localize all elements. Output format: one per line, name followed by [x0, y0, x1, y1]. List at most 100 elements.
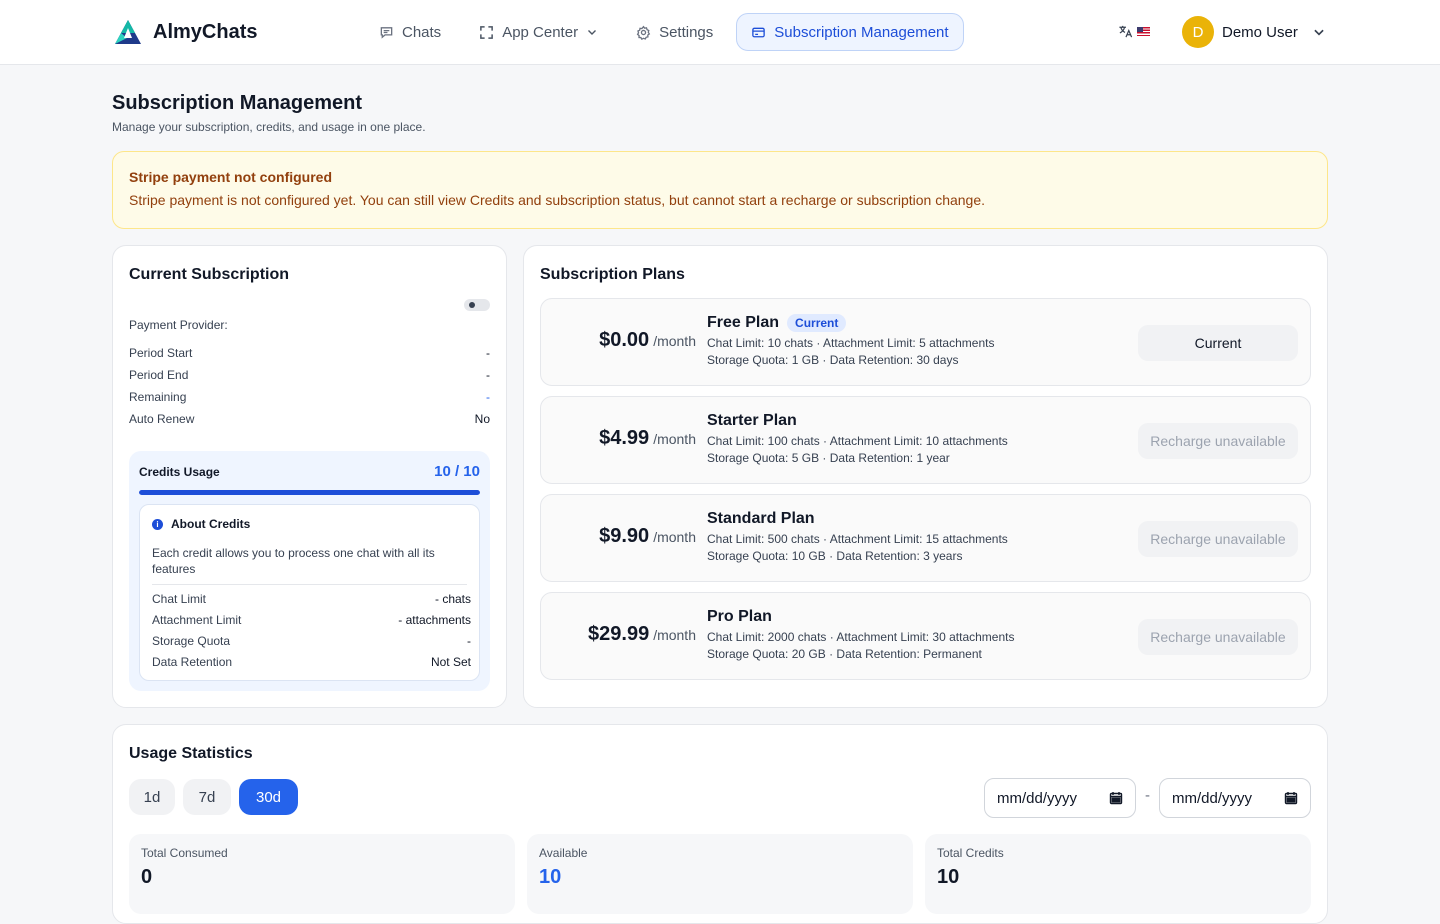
- auto-renew-row: Auto Renew No: [129, 412, 490, 426]
- stripe-warning-alert: Stripe payment not configured Stripe pay…: [112, 151, 1328, 229]
- alert-text: Stripe payment is not configured yet. Yo…: [129, 192, 986, 208]
- stat-total-credits: Total Credits 10: [925, 834, 1311, 914]
- stat-value: 10: [539, 866, 562, 888]
- plan-price-amount: $29.99: [588, 623, 650, 645]
- status-toggle[interactable]: [464, 299, 490, 311]
- nav-app-center-label: App Center: [502, 23, 579, 41]
- calendar-icon: [1109, 792, 1123, 805]
- recharge-unavailable-button[interactable]: Recharge unavailable: [1138, 521, 1298, 557]
- kv-label: Auto Renew: [129, 412, 195, 426]
- range-30d-button[interactable]: 30d: [239, 779, 298, 815]
- plan-price-period: /month: [653, 333, 696, 349]
- current-subscription-card: Current Subscription Payment Provider: P…: [112, 245, 507, 708]
- plan-price-amount: $0.00: [599, 329, 650, 351]
- brand-logo-icon: [115, 20, 141, 44]
- nav-subscription-management[interactable]: Subscription Management: [736, 13, 964, 51]
- credit-card-icon: [752, 27, 766, 37]
- plan-info: Free Plan Current Chat Limit: 10 chats ·…: [707, 314, 994, 367]
- info-icon: i: [152, 518, 163, 530]
- user-name: Demo User: [1222, 23, 1298, 41]
- plan-storage: Storage Quota: 10 GB · Data Retention: 3…: [707, 549, 963, 563]
- kv-label: Data Retention: [152, 655, 233, 669]
- kv-label: Chat Limit: [152, 592, 207, 606]
- nav-chats-label: Chats: [402, 23, 442, 41]
- about-credits-box: i About Credits Each credit allows you t…: [139, 504, 480, 681]
- subscription-plans-title: Subscription Plans: [540, 266, 685, 283]
- payment-provider-label: Payment Provider:: [129, 318, 228, 332]
- usage-statistics-card: Usage Statistics 1d 7d 30d mm/dd/yyyy - …: [112, 724, 1328, 924]
- language-switcher[interactable]: [1118, 24, 1150, 39]
- stat-label: Available: [539, 846, 588, 860]
- chevron-down-icon: [1314, 29, 1324, 36]
- recharge-unavailable-button[interactable]: Recharge unavailable: [1138, 619, 1298, 655]
- recharge-unavailable-button[interactable]: Recharge unavailable: [1138, 423, 1298, 459]
- page-subtitle: Manage your subscription, credits, and u…: [112, 120, 426, 134]
- plan-info: Standard Plan Chat Limit: 500 chats · At…: [707, 510, 1008, 563]
- payment-provider-row: Payment Provider:: [129, 318, 490, 332]
- period-end-row: Period End -: [129, 368, 490, 382]
- kv-label: Period End: [129, 368, 189, 382]
- plan-price: $9.90 /month: [599, 525, 696, 548]
- nav-settings[interactable]: Settings: [621, 13, 728, 51]
- plan-price-period: /month: [653, 529, 696, 545]
- stat-label: Total Consumed: [141, 846, 228, 860]
- stat-total-consumed: Total Consumed 0: [129, 834, 515, 914]
- credits-usage-label: Credits Usage: [139, 464, 220, 479]
- translate-icon: [1119, 25, 1133, 38]
- date-range-separator: -: [1145, 787, 1150, 804]
- current-plan-button[interactable]: Current: [1138, 325, 1298, 361]
- plan-price: $0.00 /month: [599, 329, 696, 352]
- storage-quota-row: Storage Quota -: [152, 634, 471, 648]
- plan-card-starter: $4.99 /month Starter Plan Chat Limit: 10…: [540, 396, 1311, 484]
- alert-title: Stripe payment not configured: [129, 169, 333, 185]
- plan-info: Starter Plan Chat Limit: 100 chats · Att…: [707, 412, 1008, 465]
- kv-value: - attachments: [398, 613, 471, 627]
- plan-card-pro: $29.99 /month Pro Plan Chat Limit: 2000 …: [540, 592, 1311, 680]
- us-flag-icon: [1137, 27, 1150, 36]
- plan-storage: Storage Quota: 20 GB · Data Retention: P…: [707, 647, 982, 661]
- end-date-input[interactable]: mm/dd/yyyy: [1159, 778, 1311, 818]
- brand[interactable]: AlmyChats: [113, 18, 257, 46]
- stat-value: 10: [937, 866, 960, 888]
- range-7d-button[interactable]: 7d: [183, 779, 231, 815]
- nav-app-center[interactable]: App Center: [464, 13, 613, 51]
- start-date-placeholder: mm/dd/yyyy: [997, 789, 1078, 807]
- kv-value: -: [486, 390, 490, 404]
- kv-value: -: [486, 346, 490, 360]
- nav-chats[interactable]: Chats: [364, 13, 456, 51]
- current-plan-badge: Current: [787, 314, 847, 332]
- stat-label: Total Credits: [937, 846, 1004, 860]
- main-nav: Chats App Center Settings Subscription M…: [364, 13, 964, 51]
- range-1d-button[interactable]: 1d: [129, 779, 175, 815]
- credits-usage-count: 10 / 10: [434, 463, 480, 480]
- plan-limits: Chat Limit: 10 chats · Attachment Limit:…: [707, 336, 995, 350]
- chat-limit-row: Chat Limit - chats: [152, 592, 471, 606]
- plan-info: Pro Plan Chat Limit: 2000 chats · Attach…: [707, 608, 1014, 661]
- period-start-row: Period Start -: [129, 346, 490, 360]
- kv-label: Storage Quota: [152, 634, 231, 648]
- about-credits-description: Each credit allows you to process one ch…: [152, 545, 467, 585]
- plan-price-amount: $4.99: [599, 427, 650, 449]
- chat-bubble-icon: [380, 26, 393, 39]
- kv-value: -: [467, 634, 471, 648]
- chevron-down-icon: [588, 30, 597, 35]
- avatar: D: [1182, 16, 1214, 48]
- data-retention-row: Data Retention Not Set: [152, 655, 471, 669]
- plan-name: Standard Plan: [707, 510, 815, 527]
- kv-label: Period Start: [129, 346, 193, 360]
- plan-card-standard: $9.90 /month Standard Plan Chat Limit: 5…: [540, 494, 1311, 582]
- end-date-placeholder: mm/dd/yyyy: [1172, 789, 1253, 807]
- page-title: Subscription Management: [112, 92, 363, 114]
- nav-subscription-label: Subscription Management: [774, 23, 949, 41]
- plan-name: Starter Plan: [707, 412, 797, 429]
- plan-limits: Chat Limit: 500 chats · Attachment Limit…: [707, 532, 1008, 546]
- credits-progress-fill: [139, 490, 480, 495]
- stat-value: 0: [141, 866, 153, 888]
- user-menu[interactable]: D Demo User: [1182, 16, 1326, 48]
- kv-value: No: [474, 412, 490, 426]
- plan-price-amount: $9.90: [599, 525, 650, 547]
- kv-value: - chats: [434, 592, 471, 606]
- start-date-input[interactable]: mm/dd/yyyy: [984, 778, 1136, 818]
- credits-usage-panel: Credits Usage 10 / 10 i About Credits Ea…: [129, 451, 490, 691]
- subscription-plans-card: Subscription Plans $0.00 /month Free Pla…: [523, 245, 1328, 708]
